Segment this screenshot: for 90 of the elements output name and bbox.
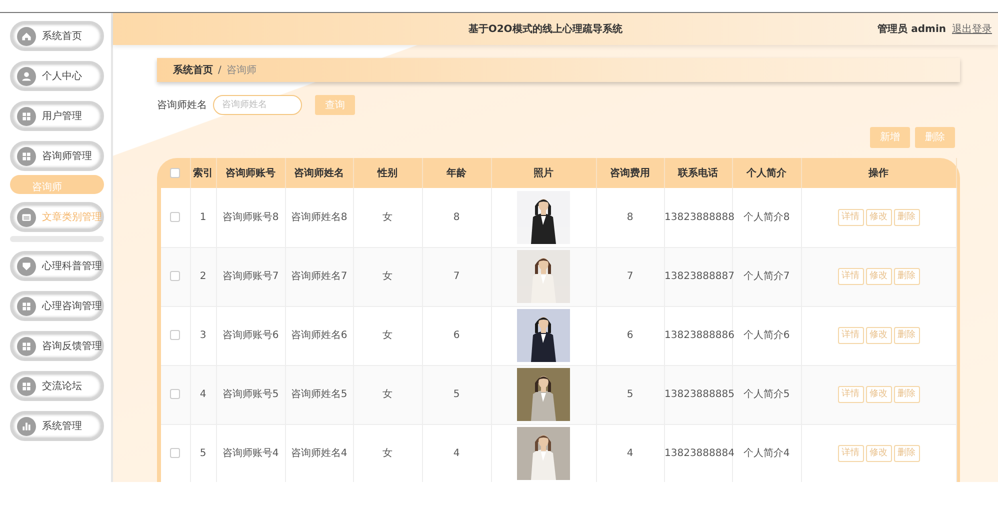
edit-button[interactable]: 修改 [866,386,892,404]
table-cell: 4 [190,365,216,424]
grid-icon [17,336,36,356]
table-cell: 女 [353,306,422,365]
table-cell: 7 [596,247,664,306]
table-cell: 咨询师姓名4 [285,424,353,482]
table-cell: 个人简介7 [732,247,801,306]
table-cell: 8 [596,188,664,247]
submenu-item[interactable]: 咨询师 [10,175,104,194]
table-cell: 咨询师账号4 [216,424,285,482]
table-cell: 女 [353,424,422,482]
delete-button[interactable]: 删除 [894,445,920,462]
table-cell: 咨询师账号8 [216,188,285,247]
row-checkbox[interactable] [170,389,180,400]
search-label: 咨询师姓名 [157,98,207,112]
table-cell: 咨询师姓名6 [285,306,353,365]
menu-item[interactable]: 系统首页 [10,21,104,51]
table-cell: 13823888884 [664,424,732,482]
table-cell: 13823888887 [664,247,732,306]
list-icon [17,208,36,226]
edit-button[interactable]: 修改 [866,268,892,286]
menu-item[interactable]: 交流论坛 [10,371,104,401]
edit-button[interactable]: 修改 [866,327,892,344]
app-title: 基于O2O模式的线上心理疏导系统 [467,22,624,36]
table-cell: 1 [190,188,216,247]
table-cell: 3 [190,306,216,365]
detail-button[interactable]: 详情 [838,386,864,404]
edit-button[interactable]: 修改 [866,445,892,462]
table-cell: 13823888886 [664,306,732,365]
menu-item[interactable]: 心理咨询管理 [10,291,104,321]
delete-button[interactable]: 删除 [894,208,920,226]
detail-button[interactable]: 详情 [838,208,864,226]
table-cell: 8 [422,188,491,247]
table-cell: 女 [353,247,422,306]
table-cell: 5 [596,365,664,424]
table-cell: 6 [596,306,664,365]
menu-item[interactable]: 心理科普管理 [10,251,104,281]
search-field[interactable]: 咨询师姓名 [213,95,302,115]
menu-item[interactable]: 咨询反馈管理 [10,331,104,361]
delete-button[interactable]: 删除 [894,327,920,344]
table-cell: 4 [596,424,664,482]
breadcrumb-separator: / [218,64,222,78]
bar-chart-icon [17,416,36,436]
table-cell: 13823888885 [664,365,732,424]
search-button[interactable]: 查询 [315,95,355,115]
grid-icon [17,376,36,396]
table-cell: 5 [422,365,491,424]
add-button[interactable]: 新增 [870,127,910,148]
logout-link[interactable]: 退出登录 [952,22,992,36]
delete-button[interactable]: 删除 [915,127,955,148]
table-cell: 咨询师姓名8 [285,188,353,247]
grid-icon [17,296,36,316]
delete-button[interactable]: 删除 [894,386,920,404]
table-cell: 4 [422,424,491,482]
table-cell: 咨询师账号7 [216,247,285,306]
home-icon [17,26,36,46]
table-cell: 咨询师姓名7 [285,247,353,306]
breadcrumb-link[interactable]: 系统首页 [173,62,213,78]
row-checkbox[interactable] [170,271,180,282]
grid-icon [17,146,36,166]
row-checkbox[interactable] [170,212,180,222]
row-checkbox[interactable] [170,330,180,340]
menu-item[interactable]: 咨询师管理 [10,141,104,171]
menu-item[interactable]: 文章类别管理 [10,202,104,232]
menu-item[interactable]: 用户管理 [10,101,104,131]
detail-button[interactable]: 详情 [838,445,864,462]
menu-item[interactable]: 个人中心 [10,61,104,91]
detail-button[interactable]: 详情 [838,268,864,286]
row-checkbox[interactable] [170,448,180,458]
table-cell: 7 [422,247,491,306]
table-cell: 5 [190,424,216,482]
user-icon [17,66,36,86]
table-cell: 2 [190,247,216,306]
badge-icon [17,256,36,276]
user-name: 管理员 admin [878,22,946,36]
table-cell: 女 [353,365,422,424]
detail-button[interactable]: 详情 [838,327,864,344]
table-cell: 13823888888 [664,188,732,247]
table-cell: 咨询师姓名5 [285,365,353,424]
table-cell: 个人简介5 [732,365,801,424]
delete-button[interactable]: 删除 [894,268,920,286]
table-cell: 咨询师账号5 [216,365,285,424]
select-all-checkbox[interactable] [170,168,180,178]
menu-item[interactable]: 系统管理 [10,411,104,441]
grid-icon [17,106,36,126]
edit-button[interactable]: 修改 [866,208,892,226]
table-cell: 女 [353,188,422,247]
table-cell: 6 [422,306,491,365]
table-cell: 咨询师账号6 [216,306,285,365]
breadcrumb-current: 咨询师 [226,64,256,78]
